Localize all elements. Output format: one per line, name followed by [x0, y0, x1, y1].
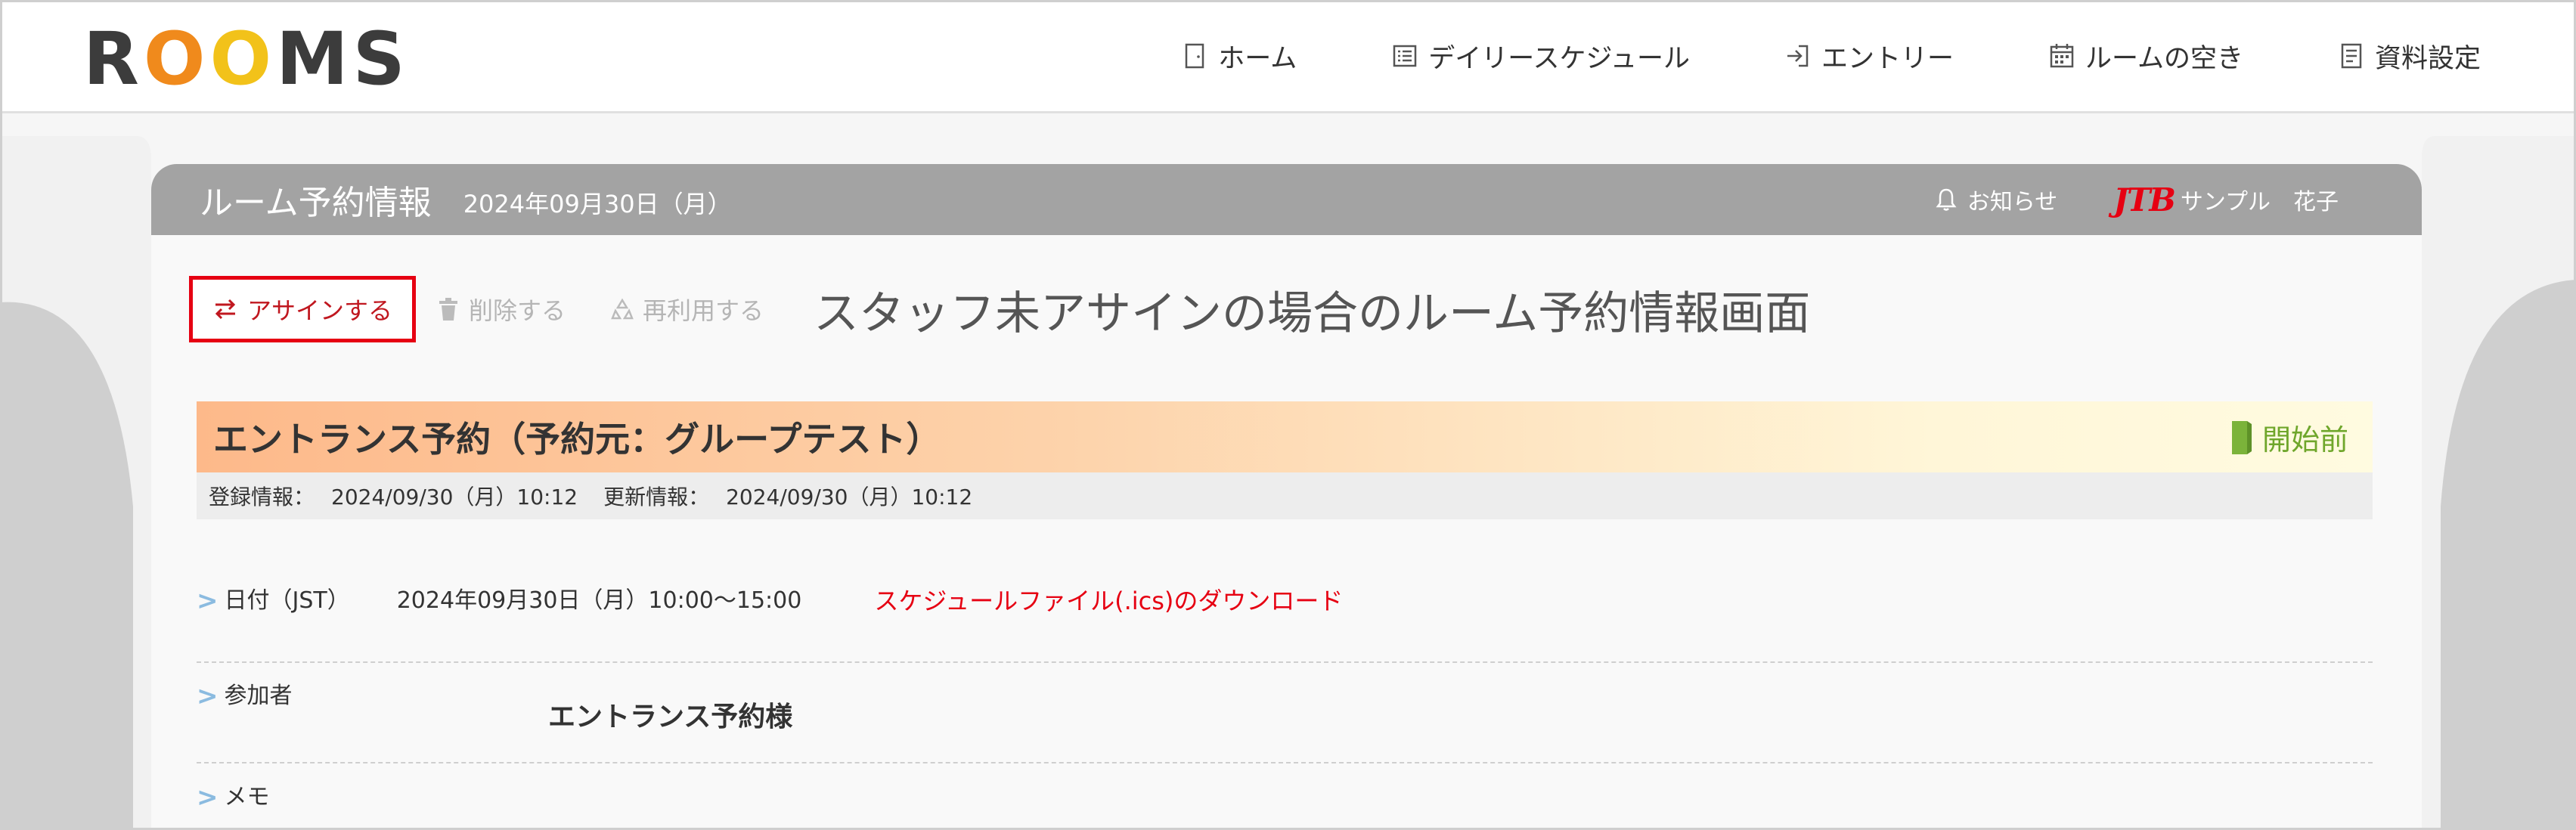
door-icon — [1186, 43, 1204, 69]
assign-button[interactable]: アサインする — [189, 276, 416, 342]
card-header: ルーム予約情報 2024年09月30日（月） お知らせ JTB サンプル 花子 — [151, 164, 2422, 235]
reuse-button[interactable]: 再利用する — [611, 292, 764, 327]
status-badge: 開始前 — [2230, 401, 2348, 472]
reservation-card: ルーム予約情報 2024年09月30日（月） お知らせ JTB サンプル 花子 … — [151, 164, 2422, 830]
notice-label: お知らせ — [1967, 189, 2058, 215]
swap-arrows-icon — [215, 299, 236, 320]
nav-material-settings[interactable]: 資料設定 — [2339, 37, 2481, 76]
nav-daily-schedule-label: デイリースケジュール — [1428, 43, 1691, 74]
calendar-icon — [2050, 44, 2074, 68]
date-row: > 日付（JST） 2024年09月30日（月）10:00〜15:00 スケジュ… — [197, 586, 2373, 616]
rooms-logo[interactable]: ROOMS — [83, 23, 410, 95]
reuse-button-label: 再利用する — [643, 296, 764, 325]
ics-download-link[interactable]: スケジュールファイル(.ics)のダウンロード — [874, 586, 1343, 616]
nav-home-label: ホーム — [1218, 43, 1297, 74]
main-nav: ホーム デイリースケジュール エントリー ルームの空き 資料設定 — [1182, 32, 2481, 80]
divider — [197, 762, 2373, 763]
nav-material-settings-label: 資料設定 — [2374, 43, 2481, 74]
chevron-right-icon: > — [197, 782, 219, 813]
user-menu[interactable]: JTB サンプル 花子 — [2113, 181, 2339, 218]
date-label: 日付（JST） — [224, 587, 350, 614]
registered-value: 2024/09/30（月）10:12 — [331, 485, 578, 509]
page-heading: スタッフ未アサインの場合のルーム予約情報画面 — [814, 286, 1811, 340]
delete-button[interactable]: 削除する — [437, 292, 566, 327]
reservation-banner: エントランス予約（予約元：グループテスト） 開始前 — [197, 401, 2373, 472]
date-value: 2024年09月30日（月）10:00〜15:00 — [396, 587, 802, 614]
door-open-icon — [2231, 421, 2252, 454]
login-icon — [1787, 45, 1809, 67]
bell-icon — [1936, 188, 1957, 211]
card-title: ルーム予約情報 — [200, 184, 432, 222]
nav-home[interactable]: ホーム — [1182, 37, 1297, 76]
participants-label: 参加者 — [224, 683, 293, 709]
nav-daily-schedule[interactable]: デイリースケジュール — [1392, 37, 1690, 76]
updated-value: 2024/09/30（月）10:12 — [726, 485, 973, 509]
chevron-right-icon: > — [197, 586, 219, 616]
document-icon — [2341, 43, 2362, 69]
delete-button-label: 削除する — [469, 296, 566, 325]
registration-info: 登録情報： 2024/09/30（月）10:12 更新情報： 2024/09/3… — [197, 472, 2373, 519]
reservation-title: エントランス予約（予約元：グループテスト） — [213, 419, 941, 460]
divider — [197, 661, 2373, 663]
chevron-right-icon: > — [197, 681, 219, 711]
memo-label: メモ — [224, 784, 270, 810]
nav-entry-label: エントリー — [1821, 43, 1954, 74]
updated-label: 更新情報： — [603, 485, 710, 509]
notice-link[interactable]: お知らせ — [1936, 183, 2057, 216]
nav-room-availability-label: ルームの空き — [2085, 43, 2243, 74]
registered-label: 登録情報： — [209, 485, 315, 509]
status-label: 開始前 — [2261, 423, 2348, 457]
recycle-icon — [611, 298, 634, 320]
memo-row: > メモ — [197, 782, 2373, 813]
user-name: サンプル 花子 — [2180, 189, 2339, 215]
trash-icon — [439, 298, 457, 321]
participants-value: エントランス予約様 — [548, 701, 793, 732]
card-date: 2024年09月30日（月） — [463, 190, 732, 218]
top-header: ROOMS ホーム デイリースケジュール エントリー ルームの空き 資料設定 — [0, 0, 2576, 113]
action-bar: アサインする 削除する 再利用する スタッフ未アサインの場合のルーム予約情報画面 — [189, 276, 1810, 342]
nav-entry[interactable]: エントリー — [1785, 37, 1954, 76]
nav-room-availability[interactable]: ルームの空き — [2049, 37, 2243, 76]
list-icon — [1393, 45, 1417, 67]
jtb-logo: JTB — [2113, 181, 2176, 218]
assign-button-label: アサインする — [246, 296, 392, 325]
participants-row: > 参加者 エントランス予約様 — [197, 681, 2373, 732]
